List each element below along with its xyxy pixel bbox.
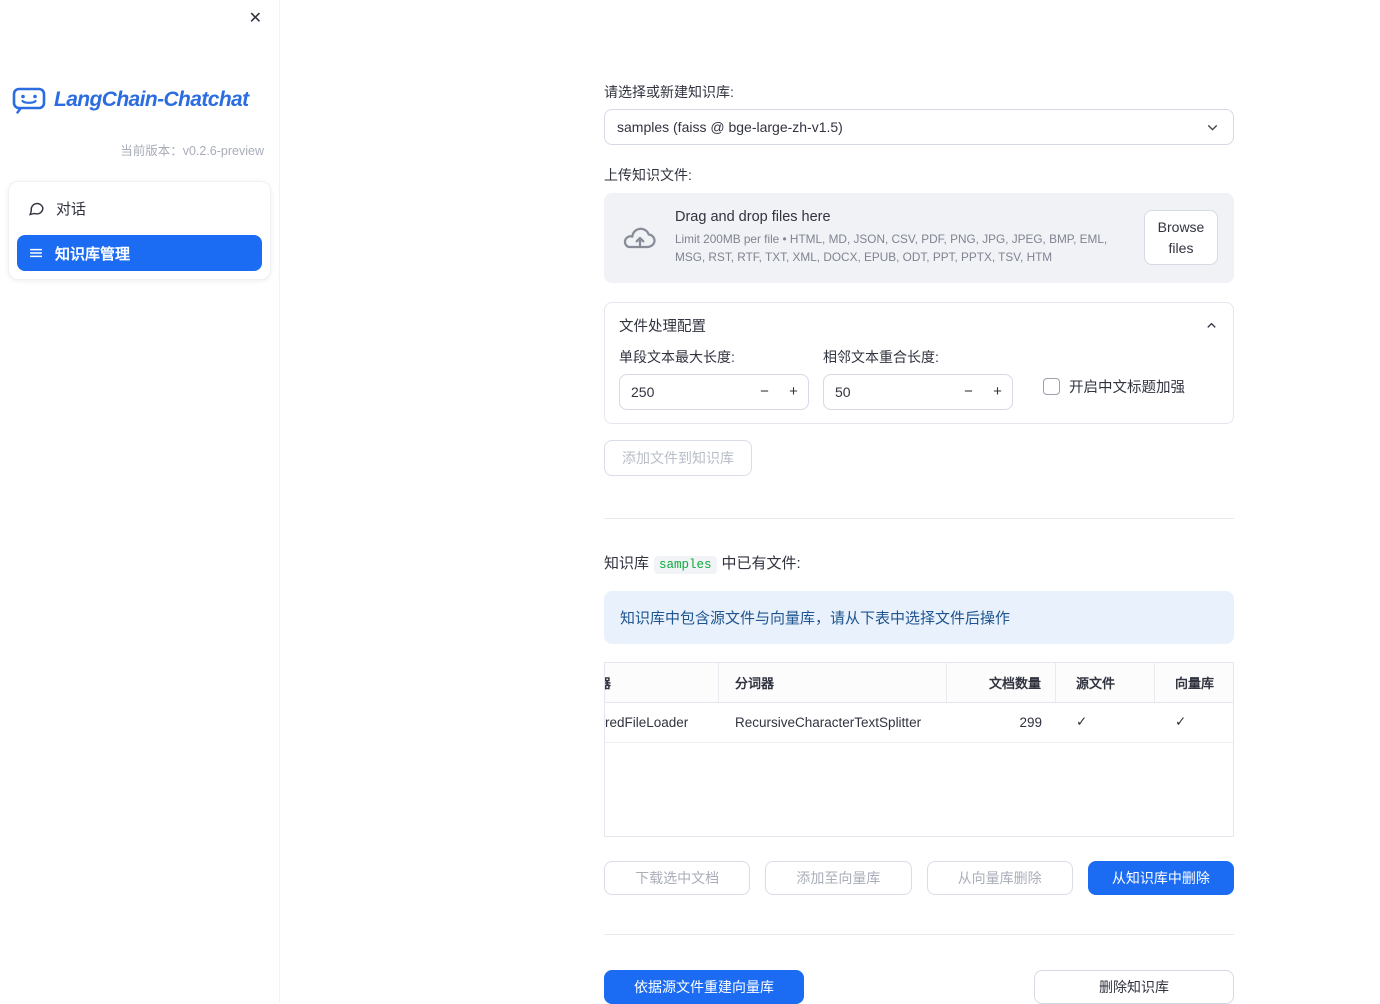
decrement-button[interactable]: − [750,375,779,409]
rebuild-vector-store-button[interactable]: 依据源文件重建向量库 [604,969,804,1004]
sidebar-item-dialogue[interactable]: 对话 [17,190,262,226]
sidebar: ✕ LangChain-Chatchat 当前版本：v0.2.6-preview… [0,0,280,1002]
chevron-down-icon [1204,119,1221,136]
table-cell-source-file[interactable]: ✓ [1056,703,1155,742]
max-length-label: 单段文本最大长度: [619,348,735,365]
upload-cloud-icon [622,223,658,253]
kb-select-value: samples (faiss @ bge-large-zh-v1.5) [617,119,843,135]
browse-files-button[interactable]: Browse files [1144,210,1218,266]
max-length-value: 250 [631,383,655,400]
table-cell-doc-count[interactable]: 299 [947,703,1056,742]
file-action-buttons: 下载选中文档 添加至向量库 从向量库删除 从知识库中删除 [604,860,1234,895]
column-header-doc-count[interactable]: 文档数量 [947,662,1056,702]
kb-name-code: samples [654,555,717,574]
expander-header[interactable]: 文件处理配置 [619,315,1219,336]
max-length-input[interactable]: 250 − + [619,373,809,410]
increment-button[interactable]: + [983,375,1012,409]
increment-button[interactable]: + [779,375,808,409]
info-text: 知识库中包含源文件与向量库，请从下表中选择文件后操作 [620,609,1011,627]
add-files-to-kb-button[interactable]: 添加文件到知识库 [604,439,752,476]
overlap-length-input[interactable]: 50 − + [823,373,1013,410]
list-icon [28,245,44,261]
menu-item-label: 对话 [56,200,87,218]
files-table[interactable]: 器 分词器 文档数量 源文件 向量库 redFileLoader Recursi… [604,661,1234,837]
main-content: 请选择或新建知识库: samples (faiss @ bge-large-zh… [280,0,1380,1004]
logo-text: LangChain-Chatchat [54,88,249,111]
kb-line-suffix: 中已有文件: [721,554,801,572]
expander-body: 单段文本最大长度: 250 − + 相邻文本重合长度: 50 − + 开启中文标… [619,347,1219,410]
max-length-field: 单段文本最大长度: 250 − + [619,347,809,410]
table-row[interactable]: redFileLoader RecursiveCharacterTextSpli… [605,703,1233,743]
divider [604,933,1234,935]
drag-drop-text: Drag and drop files here [675,209,831,225]
overlap-length-field: 相邻文本重合长度: 50 − + [823,347,1013,410]
table-header-row: 器 分词器 文档数量 源文件 向量库 [605,662,1233,703]
chat-bubble-icon [28,200,45,217]
delete-from-vector-store-button[interactable]: 从向量库删除 [926,860,1073,895]
zh-title-enhance-label[interactable]: 开启中文标题加强 [1069,376,1185,397]
expander-title: 文件处理配置 [619,318,706,335]
divider [604,517,1234,519]
uploader-texts: Drag and drop files here Limit 200MB per… [675,209,1129,267]
upload-files-label: 上传知识文件: [604,167,692,183]
sidebar-close-button[interactable]: ✕ [245,7,266,31]
kb-line-prefix: 知识库 [604,554,650,572]
app-logo: LangChain-Chatchat [12,86,279,114]
version-text: 当前版本：v0.2.6-preview [120,144,264,158]
file-config-expander: 文件处理配置 单段文本最大长度: 250 − + 相邻文本重合长度: 50 − … [604,301,1234,424]
kb-level-buttons: 依据源文件重建向量库 删除知识库 [604,969,1234,1004]
file-limit-text: Limit 200MB per file • HTML, MD, JSON, C… [675,232,1108,265]
table-empty-area [605,742,1233,836]
overlap-length-value: 50 [835,383,851,400]
kb-files-heading: 知识库 samples 中已有文件: [604,552,1234,574]
zh-title-enhance-checkbox[interactable] [1043,377,1060,395]
table-cell-vector-store[interactable]: ✓ [1155,703,1233,742]
kb-select-label: 请选择或新建知识库: [604,84,734,100]
table-cell-splitter[interactable]: RecursiveCharacterTextSplitter [719,703,947,742]
column-header-source-file[interactable]: 源文件 [1056,662,1155,702]
info-banner: 知识库中包含源文件与向量库，请从下表中选择文件后操作 [604,590,1234,644]
delete-from-kb-button[interactable]: 从知识库中删除 [1087,860,1234,895]
column-header-loader[interactable]: 器 [605,662,719,702]
table-cell-loader[interactable]: redFileLoader [605,703,719,742]
decrement-button[interactable]: − [954,375,983,409]
menu-item-label: 知识库管理 [55,245,131,263]
download-selected-button[interactable]: 下载选中文档 [604,860,751,895]
column-header-vector-store[interactable]: 向量库 [1155,663,1233,702]
logo-chat-icon [12,86,46,114]
kb-selectbox[interactable]: samples (faiss @ bge-large-zh-v1.5) [604,109,1234,145]
chevron-up-icon [1204,318,1219,333]
delete-kb-button[interactable]: 删除知识库 [1034,969,1234,1004]
sidebar-item-kb-management[interactable]: 知识库管理 [17,235,262,271]
column-header-splitter[interactable]: 分词器 [719,662,947,702]
zh-title-enhance-field: 开启中文标题加强 [1043,376,1185,397]
overlap-length-label: 相邻文本重合长度: [823,348,939,365]
add-to-vector-store-button[interactable]: 添加至向量库 [765,860,912,895]
sidebar-menu: 对话 知识库管理 [8,181,271,280]
file-uploader-dropzone[interactable]: Drag and drop files here Limit 200MB per… [604,193,1234,283]
